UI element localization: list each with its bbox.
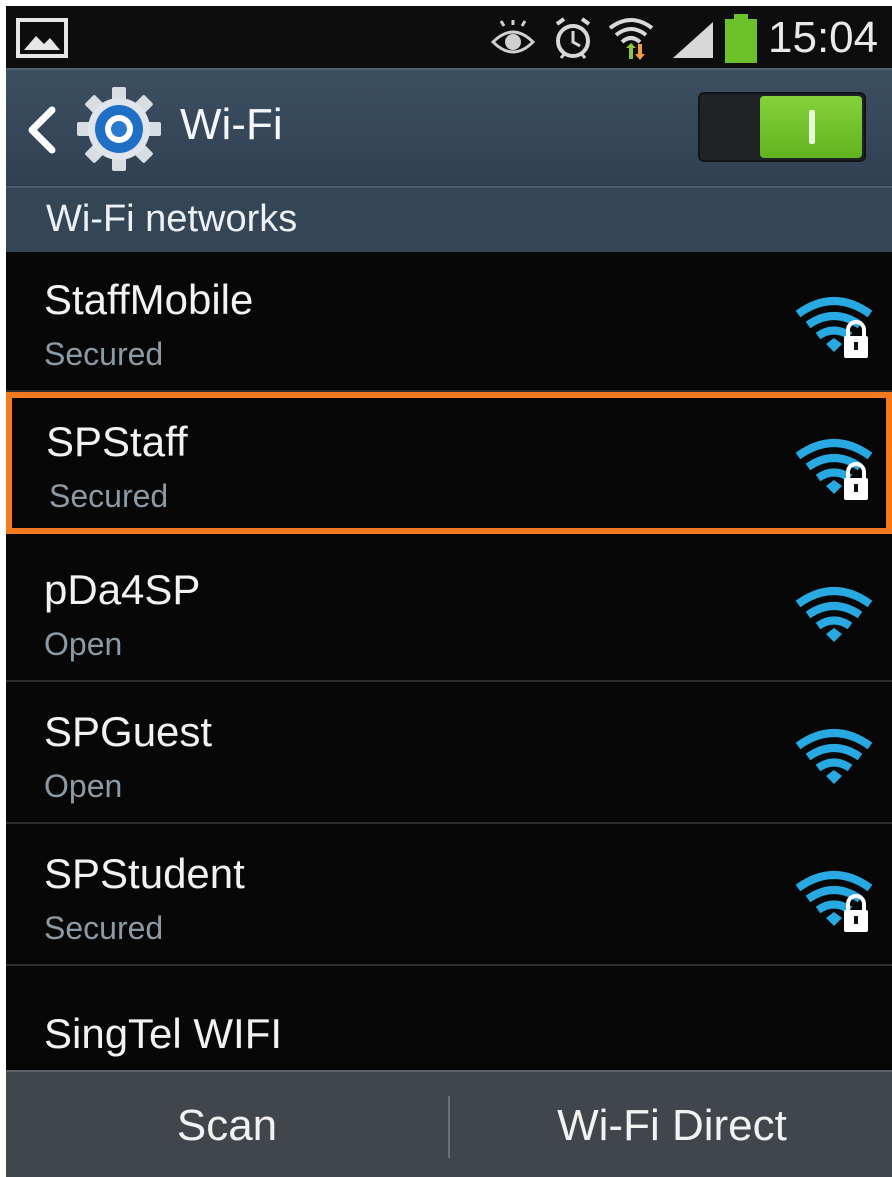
alarm-icon <box>555 17 591 59</box>
status-bar: 15:04 <box>6 6 892 68</box>
settings-gear-icon <box>77 87 161 171</box>
scan-button[interactable]: Scan <box>6 1072 448 1177</box>
battery-icon <box>725 14 757 63</box>
network-status: Secured <box>44 336 164 372</box>
network-row-spguest[interactable]: SPGuest Open <box>6 682 892 824</box>
eye-icon <box>490 20 536 54</box>
signal-icon <box>673 22 713 58</box>
network-status: Secured <box>44 910 164 946</box>
wifi-secured-icon <box>795 297 873 358</box>
button-divider <box>448 1096 450 1158</box>
wifi-secured-icon <box>795 871 873 932</box>
toggle-knob <box>760 96 862 158</box>
wifi-toggle[interactable] <box>698 92 866 162</box>
network-name: pDa4SP <box>44 566 201 613</box>
wifi-open-icon <box>795 587 873 642</box>
network-name: SPGuest <box>44 708 213 755</box>
network-status: Open <box>44 768 123 804</box>
section-label: Wi-Fi networks <box>46 198 298 240</box>
network-status: Secured <box>49 478 169 514</box>
network-row-staffmobile[interactable]: StaffMobile Secured <box>6 250 892 392</box>
network-status: Open <box>44 626 123 662</box>
wifi-open-icon <box>795 729 873 784</box>
network-row-spstudent[interactable]: SPStudent Secured <box>6 824 892 966</box>
toggle-grip <box>809 110 815 144</box>
wifi-status-icon <box>608 18 654 60</box>
status-time: 15:04 <box>768 13 879 62</box>
bottom-action-bar: Scan Wi-Fi Direct <box>6 1070 892 1177</box>
phone-screen: 15:04 Wi-Fi Wi-Fi networks StaffMobile S… <box>6 6 892 1177</box>
wifi-secured-icon <box>795 439 873 500</box>
network-name: SPStudent <box>44 850 245 897</box>
network-name: SPStaff <box>46 418 188 465</box>
network-row-spstaff[interactable]: SPStaff Secured <box>6 392 892 534</box>
action-bar: Wi-Fi <box>6 68 892 188</box>
page-title: Wi-Fi <box>180 100 283 149</box>
back-chevron-icon[interactable] <box>24 106 58 154</box>
network-row-pda4sp[interactable]: pDa4SP Open <box>6 540 892 682</box>
wifi-direct-button[interactable]: Wi-Fi Direct <box>452 1072 892 1177</box>
gallery-icon <box>16 18 68 58</box>
network-name: SingTel WIFI <box>44 1010 283 1057</box>
network-name: StaffMobile <box>44 276 254 323</box>
section-header: Wi-Fi networks <box>6 186 892 252</box>
